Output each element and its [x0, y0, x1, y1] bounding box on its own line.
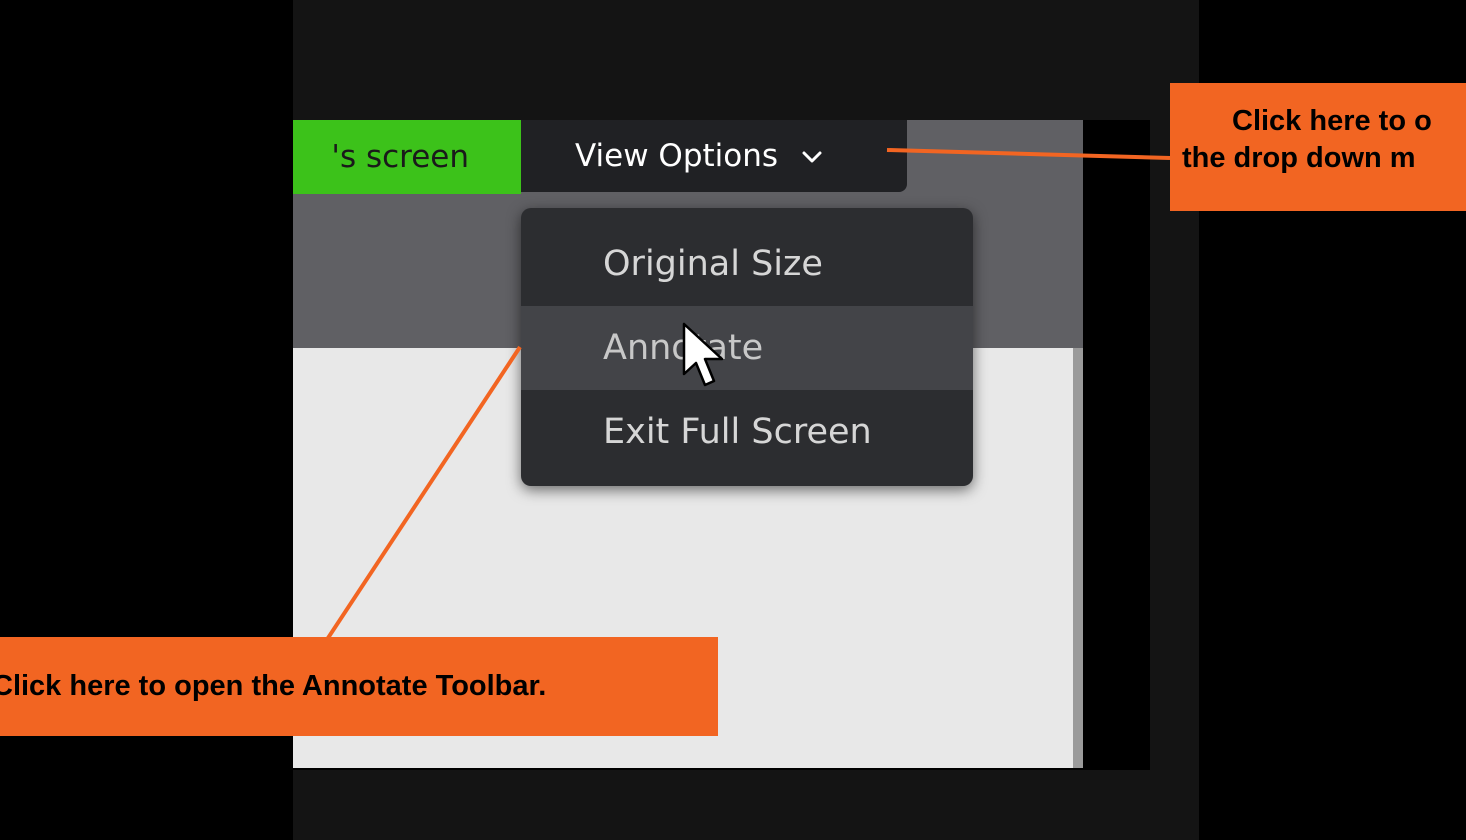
menu-item-original-size[interactable]: Original Size — [521, 222, 973, 306]
mouse-pointer-icon — [682, 322, 726, 392]
view-options-label: View Options — [575, 138, 779, 174]
annotate-callout-text: Click here to open the Annotate Toolbar. — [0, 670, 547, 702]
menu-item-label: Exit Full Screen — [603, 412, 872, 452]
tutorial-screenshot: 's screen View Options Original Size Ann… — [0, 0, 1466, 840]
menu-item-label: Original Size — [603, 244, 823, 284]
window-right-strip — [1083, 120, 1150, 770]
screen-tab-label: 's screen — [331, 139, 469, 175]
view-options-button[interactable]: View Options — [521, 120, 907, 192]
dropdown-callout-line1: Click here to o — [1232, 105, 1432, 137]
menu-item-annotate[interactable]: Annotate — [521, 306, 973, 390]
content-edge — [1073, 348, 1083, 768]
chevron-down-icon — [802, 118, 822, 190]
annotate-callout: Click here to open the Annotate Toolbar. — [0, 637, 718, 736]
dropdown-callout: Click here to o the drop down m — [1170, 83, 1466, 211]
viewing-screen-tab: 's screen — [293, 120, 521, 194]
view-options-menu: Original Size Annotate Exit Full Screen — [521, 208, 973, 486]
menu-item-exit-full-screen[interactable]: Exit Full Screen — [521, 390, 973, 474]
dropdown-callout-line2: the drop down m — [1182, 142, 1416, 174]
